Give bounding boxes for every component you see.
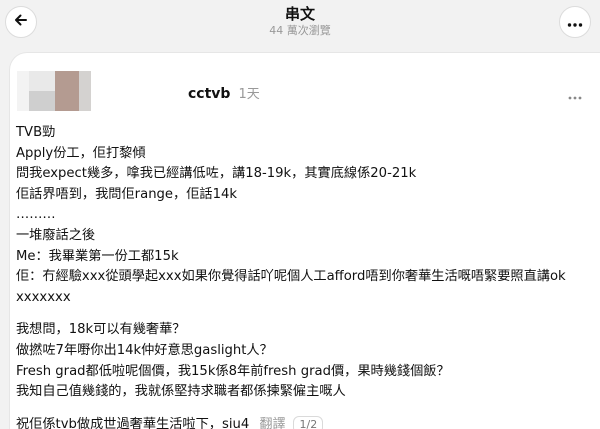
post-line: 我知自己值幾錢的，我就係堅持求職者都係揀緊僱主嘅人 — [16, 384, 346, 400]
page-indicator: 1/2 — [293, 416, 324, 429]
translate-row: 翻譯 1/2 — [259, 415, 324, 429]
post-line: 一堆廢話之後 — [16, 227, 96, 243]
more-options-button[interactable] — [559, 6, 591, 38]
more-horizontal-icon — [568, 85, 582, 104]
post-line-text: 祝佢係tvb做成世過奢華生活啦下，siu4 — [16, 416, 250, 429]
post-line: 佢話界唔到，我問佢range，佢話14k — [16, 186, 238, 202]
post-line: 佢：冇經驗xxx從頭學起xxx如果你覺得話吖呢個人工afford唔到你奢華生活嘅… — [16, 269, 566, 305]
page-title: 串文 — [284, 5, 315, 23]
view-count: 44 萬次瀏覽 — [269, 24, 331, 37]
translate-button[interactable]: 翻譯 — [259, 415, 285, 429]
post-last-line: 祝佢係tvb做成世過奢華生活啦下，siu4 翻譯 1/2 — [16, 415, 591, 429]
avatar[interactable] — [17, 71, 91, 111]
post-line: Apply份工，佢打黎傾 — [16, 145, 146, 161]
post-line: ……… — [16, 207, 56, 223]
post-more-button[interactable] — [568, 85, 582, 104]
post-line: Me：我畢業第一份工都15k — [16, 248, 179, 264]
post-line: 做撚咗7年嘢你出14k仲好意思gaslight人？ — [16, 342, 273, 358]
post-line: Fresh grad都低啦呢個價，我15k係8年前fresh grad價，果時幾… — [16, 363, 450, 379]
post-line: TVB勁 — [16, 125, 56, 140]
username[interactable]: cctvb — [188, 86, 230, 102]
more-horizontal-icon — [567, 13, 583, 32]
post-time: 1天 — [238, 87, 260, 102]
post-body: TVB勁 Apply份工，佢打黎傾 問我expect幾多，嗱我已經講低咗，講18… — [16, 123, 591, 429]
post-card: cctvb 1天 TVB勁 Apply份工，佢打黎傾 問我expect幾多，嗱我… — [9, 52, 600, 429]
top-bar: 串文 44 萬次瀏覽 — [0, 0, 600, 52]
post-line: 問我expect幾多，嗱我已經講低咗，講18-19k，其實底線係20-21k — [16, 166, 417, 182]
post-line: 我想問，18k可以有幾奢華？ — [16, 322, 186, 338]
header-title-block: 串文 44 萬次瀏覽 — [0, 4, 600, 38]
post-header: cctvb 1天 — [188, 83, 260, 102]
